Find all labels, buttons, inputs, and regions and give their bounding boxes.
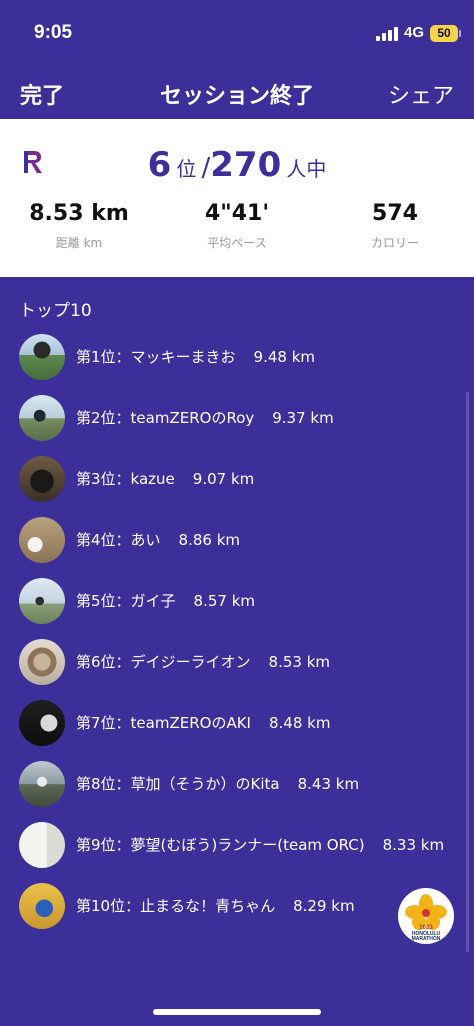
runner-distance: 8.53 km [268, 653, 331, 671]
honolulu-marathon-badge[interactable]: 2023 HONOLULU MARATHON [398, 888, 454, 944]
runner-name: 第2位：teamZEROのRoy [76, 409, 255, 427]
runner-distance: 8.86 km [178, 531, 241, 549]
status-time: 9:05 [34, 22, 73, 43]
stat-label: カロリー [370, 236, 419, 250]
stat-distance: 8.53 km 距離 km [0, 201, 158, 251]
runner-name: 第3位：kazue [76, 470, 175, 488]
runner-distance: 9.07 km [192, 470, 255, 488]
avatar [19, 334, 65, 380]
list-item[interactable]: 第9位：夢望(むぼう)ランナー(team ORC) 8.33 km [0, 816, 474, 874]
avatar [19, 761, 65, 807]
list-item[interactable]: 第7位：teamZEROのAKI 8.48 km [0, 694, 474, 752]
stat-label: 平均ペース [207, 236, 267, 250]
cellular-signal-icon [376, 27, 400, 41]
battery-tip [459, 30, 461, 37]
top10-header: トップ10 [19, 301, 92, 321]
nav-bar: セッション終了 完了 シェア [0, 70, 474, 118]
badge-line2: MARATHON [412, 936, 441, 942]
hibiscus-icon: 2023 HONOLULU MARATHON [405, 894, 447, 942]
total-unit: 人中 [286, 157, 327, 181]
stat-value: 8.53 km [29, 201, 129, 226]
rank-display: 6 位 /270 人中 [0, 145, 474, 185]
share-button[interactable]: シェア [388, 78, 454, 110]
avatar [19, 700, 65, 746]
scrollbar[interactable] [466, 392, 469, 952]
avatar [19, 578, 65, 624]
list-item[interactable]: 第5位：ガイ子 8.57 km [0, 572, 474, 630]
avatar [19, 639, 65, 685]
stat-calories: 574 カロリー [316, 201, 474, 251]
runner-distance: 8.48 km [268, 714, 331, 732]
avatar [19, 395, 65, 441]
runner-distance: 9.48 km [253, 348, 316, 366]
stat-value: 4"41' [204, 201, 270, 226]
stat-pace: 4"41' 平均ペース [158, 201, 316, 251]
runner-distance: 8.29 km [293, 897, 355, 915]
avatar [19, 517, 65, 563]
runner-distance: 8.57 km [193, 592, 256, 610]
avatar [19, 456, 65, 502]
runner-name: 第5位：ガイ子 [76, 592, 176, 610]
network-type: 4G [404, 24, 425, 41]
session-summary-card: 6 位 /270 人中 8.53 km 距離 km 4"41' 平均ペース 57… [0, 119, 474, 277]
battery-level: 50 [437, 26, 451, 40]
runner-distance: 9.37 km [272, 409, 334, 427]
list-item[interactable]: 第6位：デイジーライオン 8.53 km [0, 633, 474, 691]
list-item[interactable]: 第2位：teamZEROのRoy 9.37 km [0, 389, 474, 447]
avatar [19, 883, 65, 929]
rank-unit: 位 [176, 157, 197, 181]
runner-name: 第6位：デイジーライオン [76, 653, 251, 671]
stat-value: 574 [372, 201, 418, 226]
runner-distance: 8.33 km [382, 836, 445, 854]
status-bar: 9:05 4G 50 [0, 0, 474, 70]
stat-label: 距離 km [55, 236, 103, 250]
battery-icon: 50 [430, 25, 458, 42]
list-item[interactable]: 第8位：草加（そうか）のKita 8.43 km [0, 755, 474, 813]
list-item[interactable]: 第4位：あい 8.86 km [0, 511, 474, 569]
avatar [19, 822, 65, 868]
runner-name: 第8位：草加（そうか）のKita [76, 775, 280, 793]
list-item[interactable]: 第3位：kazue 9.07 km [0, 450, 474, 508]
done-button[interactable]: 完了 [20, 78, 64, 110]
home-indicator[interactable] [153, 1009, 321, 1015]
runner-name: 第7位：teamZEROのAKI [76, 714, 251, 732]
list-item[interactable]: 第1位：マッキーまきお 9.48 km [0, 328, 474, 386]
runner-name: 第1位：マッキーまきお [76, 348, 236, 366]
runner-name: 第4位：あい [76, 531, 161, 549]
runner-name: 第10位：止まるな！青ちゃん [76, 897, 276, 915]
runner-distance: 8.43 km [297, 775, 360, 793]
total-participants: 270 [210, 145, 282, 185]
rank-value: 6 [147, 145, 172, 185]
rank-separator: / [201, 153, 211, 183]
runner-name: 第9位：夢望(むぼう)ランナー(team ORC) [76, 836, 365, 854]
